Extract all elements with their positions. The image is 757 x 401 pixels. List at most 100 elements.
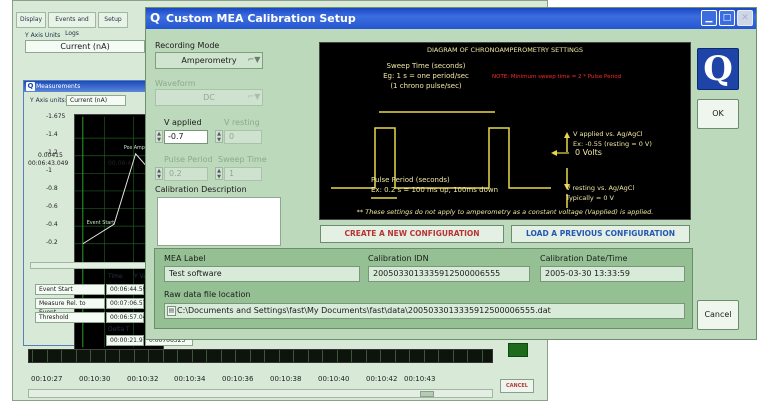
status-indicator (508, 343, 528, 357)
strip-tick (148, 350, 149, 362)
meas-x-start: 00:06:43.049 (28, 160, 69, 167)
diagram-sweep-line1: Sweep Time (seconds) (386, 62, 466, 70)
calibration-description-label: Calibration Description (155, 185, 247, 194)
pulse-period-input[interactable]: 0.2 (164, 167, 208, 181)
scrollbar-thumb[interactable] (420, 391, 434, 397)
q-app-icon: Q (26, 82, 35, 91)
maximize-icon[interactable]: □ (719, 10, 735, 26)
spinner-arrows-icon[interactable]: ▲ ▼ (215, 130, 223, 143)
diagram-v-resting-line2: Typically = 0 V (566, 194, 614, 202)
strip-time-label: 00:10:32 (127, 375, 159, 383)
strip-time-label: 00:10:34 (174, 375, 206, 383)
strip-tick (32, 350, 33, 362)
strip-tick (206, 350, 207, 362)
diagram-sweep-line3: (1 chrono pulse/sec) (390, 82, 462, 90)
delta-t-value: 00:00:21.976 (106, 335, 150, 346)
v-applied-input[interactable]: -0.7 (164, 130, 208, 144)
load-configuration-button[interactable]: LOAD A PREVIOUS CONFIGURATION (511, 225, 690, 243)
meas-units-field[interactable]: Current (nA) (66, 95, 126, 106)
strip-tick (481, 350, 483, 362)
meas-y-tick: 0.00415 (38, 152, 63, 159)
meas-row-label: Measure Rel. to Event (35, 298, 105, 316)
strip-tick (220, 350, 222, 362)
spinner-arrows-icon[interactable]: ▲ ▼ (155, 130, 163, 143)
diagram-note: NOTE: Minimum sweep time = 2 * Pulse Per… (492, 74, 622, 80)
strip-time-label: 00:10:36 (222, 375, 254, 383)
raw-file-path: C:\Documents and Settings\fast\My Docume… (177, 306, 551, 315)
minimize-icon[interactable]: ▁ (701, 10, 717, 26)
strip-tick (90, 350, 91, 362)
strip-tick (409, 350, 410, 362)
strip-tick (119, 350, 120, 362)
close-icon[interactable]: ✕ (737, 10, 753, 26)
strip-tick (235, 350, 236, 362)
event-start-marker: Event Start (87, 220, 115, 226)
dropdown-arrow-icon[interactable]: ⌐▼ (246, 89, 262, 105)
meas-row-time: 00:06:57.049 (106, 312, 150, 323)
meas-scrollbar[interactable] (30, 262, 160, 269)
create-configuration-button[interactable]: CREATE A NEW CONFIGURATION (320, 225, 504, 243)
y-axis-units-select[interactable]: Current (nA) (25, 40, 145, 53)
strip-tick (365, 350, 367, 362)
strip-tick (380, 350, 381, 362)
calibration-datetime-label: Calibration Date/Time (540, 254, 628, 263)
strip-time-label: 00:10:27 (31, 375, 63, 383)
tab-events-and-logs[interactable]: Events and Logs (48, 12, 96, 37)
mea-label-field[interactable]: Test software (164, 266, 360, 282)
peak-marker: Pos Amp (124, 145, 145, 151)
strip-tick (61, 350, 62, 362)
pulse-period-label: Pulse Period (164, 155, 213, 164)
sweep-time-input[interactable]: 1 (224, 167, 262, 181)
strip-tick (293, 350, 294, 362)
diagram-title: DIAGRAM OF CHRONOAMPEROMETRY SETTINGS (426, 46, 584, 54)
raw-file-label: Raw data file location (164, 290, 251, 299)
strip-tick (307, 350, 309, 362)
spinner-arrows-icon[interactable]: ▲ ▼ (215, 167, 223, 180)
diagram-v-applied-line1: V applied vs. Ag/AgCl (573, 130, 643, 138)
meas-y-tick: -0.4 (46, 221, 58, 228)
strip-tick (467, 350, 468, 362)
y-axis-units-label: Y Axis Units (25, 32, 61, 39)
strip-time-label: 00:10:40 (318, 375, 350, 383)
strip-tick (351, 350, 352, 362)
v-resting-input[interactable]: 0 (224, 130, 262, 144)
strip-time-label: 00:10:38 (270, 375, 302, 383)
measurements-title: Measurements (24, 81, 160, 92)
ok-button[interactable]: OK (697, 99, 739, 129)
strip-tick (452, 350, 454, 362)
diagram-v-resting-line1: V resting vs. Ag/AgCl (566, 184, 635, 192)
recording-mode-label: Recording Mode (155, 41, 220, 50)
meas-y-tick: -1 (46, 167, 52, 174)
meas-row-label: Event Start (35, 284, 105, 295)
strip-tick (438, 350, 439, 362)
meas-row-label: Threshold (35, 312, 105, 323)
meas-row-time: 00:07:06.571 (106, 298, 150, 309)
calibration-description-field[interactable] (157, 197, 281, 246)
cancel-button[interactable]: Cancel (697, 300, 739, 330)
strip-tick (264, 350, 265, 362)
diagram-v-applied-line2: Ex: -0.55 (resting = 0 V) (573, 140, 652, 148)
strip-tick (191, 350, 193, 362)
strip-tick (249, 350, 251, 362)
meas-y-tick: -1.675 (46, 113, 66, 120)
tab-display[interactable]: Display (16, 12, 46, 28)
calibration-idn-field[interactable]: 2005033013335912500006555 (368, 266, 530, 282)
dialog-title: Custom MEA Calibration Setup (166, 12, 356, 25)
meas-col-time: Time (108, 273, 123, 280)
sweep-time-label: Sweep Time (218, 155, 267, 164)
strip-tick (336, 350, 338, 362)
dropdown-arrow-icon[interactable]: ⌐▼ (246, 52, 262, 68)
tab-setup[interactable]: Setup (98, 12, 128, 28)
q-logo: Q (697, 48, 739, 90)
spinner-arrows-icon[interactable]: ▲ ▼ (155, 167, 163, 180)
strip-tick (104, 350, 106, 362)
meas-y-tick: -1.4 (46, 131, 58, 138)
calibration-datetime-field[interactable]: 2005-03-30 13:33:59 (540, 266, 685, 282)
q-app-icon: Q (150, 11, 161, 25)
bg-cancel-button[interactable]: CANCEL (500, 379, 534, 393)
file-path-icon[interactable]: ▤ (167, 306, 176, 316)
strip-time-label: 00:10:42 (366, 375, 398, 383)
strip-tick (75, 350, 77, 362)
diagram-pulse-line1: Pulse Period (seconds) (371, 176, 450, 184)
strip-tick (46, 350, 48, 362)
